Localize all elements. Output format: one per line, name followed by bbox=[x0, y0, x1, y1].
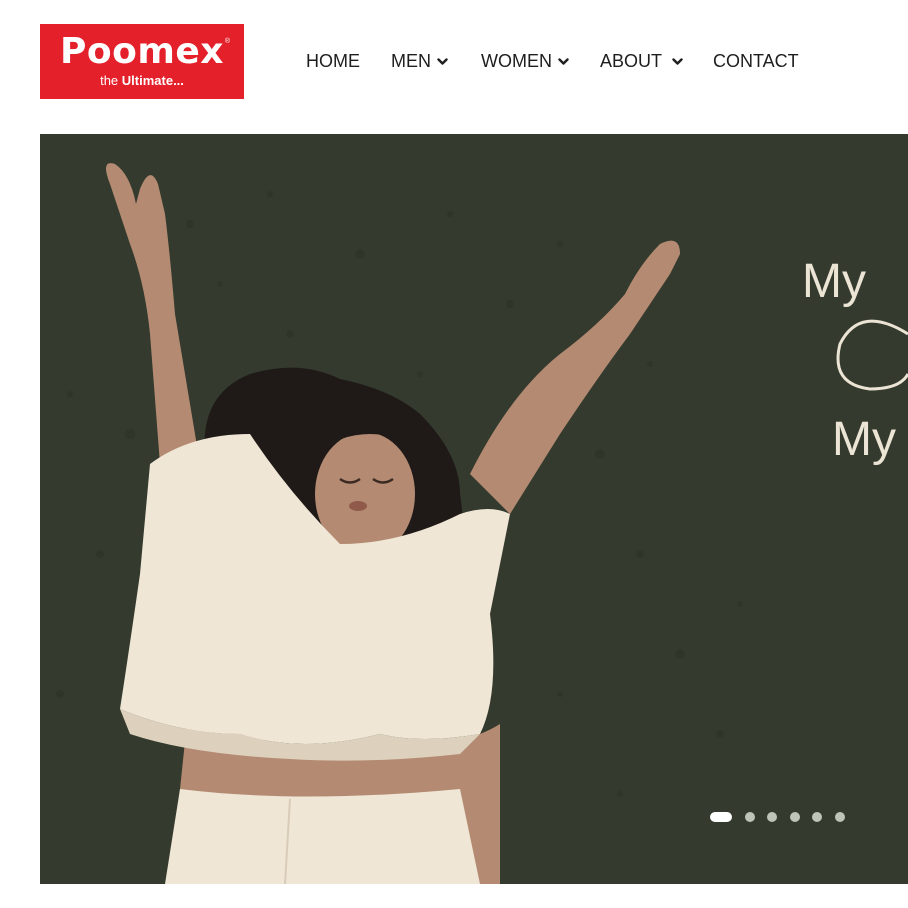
hero-banner[interactable]: My My bbox=[40, 134, 908, 884]
carousel-dot-1[interactable] bbox=[710, 812, 732, 822]
nav-item-home[interactable]: HOME bbox=[306, 48, 360, 74]
tagline-prefix: the bbox=[100, 73, 122, 88]
nav-item-men[interactable]: MEN bbox=[391, 48, 448, 74]
brand-logo[interactable]: Poomex ® the Ultimate... bbox=[40, 24, 244, 99]
registered-mark: ® bbox=[224, 38, 230, 45]
hero-heading-line1: My bbox=[802, 255, 866, 308]
nav-item-label: MEN bbox=[391, 50, 431, 71]
hero-heading-line2: My bbox=[832, 413, 896, 466]
hero-illustration bbox=[56, 163, 908, 884]
nav-item-label: WOMEN bbox=[481, 50, 552, 71]
tagline-bold: Ultimate... bbox=[121, 73, 184, 88]
nav-item-contact[interactable]: CONTACT bbox=[713, 48, 799, 74]
nav-item-label: HOME bbox=[306, 50, 360, 71]
carousel-dot-3[interactable] bbox=[767, 812, 777, 822]
carousel-dot-5[interactable] bbox=[812, 812, 822, 822]
nav-item-about[interactable]: ABOUT bbox=[600, 48, 683, 74]
chevron-down-icon bbox=[437, 58, 448, 66]
chevron-down-icon bbox=[672, 58, 683, 66]
carousel-dot-2[interactable] bbox=[745, 812, 755, 822]
brand-tagline: the Ultimate... bbox=[40, 73, 244, 89]
carousel-dot-4[interactable] bbox=[790, 812, 800, 822]
nav-item-label: ABOUT bbox=[600, 50, 663, 71]
chevron-down-icon bbox=[558, 58, 569, 66]
brand-name: Poomex bbox=[60, 31, 224, 72]
nav-item-women[interactable]: WOMEN bbox=[481, 48, 569, 74]
carousel-dot-6[interactable] bbox=[835, 812, 845, 822]
nav-item-label: CONTACT bbox=[713, 50, 799, 71]
